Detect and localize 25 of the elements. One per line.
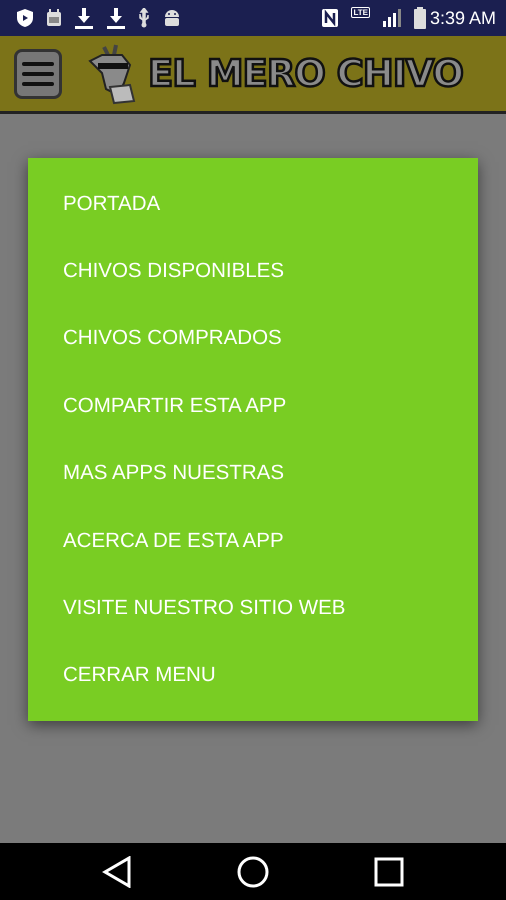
status-time: 3:39 AM <box>430 8 496 28</box>
menu-item[interactable]: CERRAR MENU <box>28 642 478 709</box>
menu-icon <box>22 60 54 88</box>
menu-item[interactable]: CHIVOS DISPONIBLES <box>28 237 478 305</box>
download-icon <box>74 7 94 29</box>
app-title: EL MERO CHIVO <box>148 52 463 95</box>
download-icon <box>106 7 126 29</box>
recents-icon[interactable] <box>374 856 404 886</box>
home-icon[interactable] <box>236 856 269 888</box>
menu-item[interactable]: ACERCA DE ESTA APP <box>28 506 478 574</box>
back-icon[interactable] <box>102 856 132 888</box>
battery-icon <box>414 7 426 29</box>
menu-item[interactable]: VISITE NUESTRO SITIO WEB <box>28 574 478 642</box>
network-type-label: LTE <box>351 7 370 18</box>
usb-icon <box>138 8 150 28</box>
shield-icon <box>16 8 34 28</box>
android-icon <box>162 8 182 28</box>
menu-item[interactable]: CHIVOS COMPRADOS <box>28 304 478 372</box>
nfc-icon <box>321 8 340 28</box>
signal-icon <box>382 9 402 27</box>
menu-button[interactable] <box>14 48 62 98</box>
menu-item[interactable]: PORTADA <box>28 170 478 238</box>
menu-item[interactable]: MAS APPS NUESTRAS <box>28 440 478 507</box>
menu-item[interactable]: COMPARTIR ESTA APP <box>28 372 478 440</box>
calendar-icon <box>46 9 62 27</box>
